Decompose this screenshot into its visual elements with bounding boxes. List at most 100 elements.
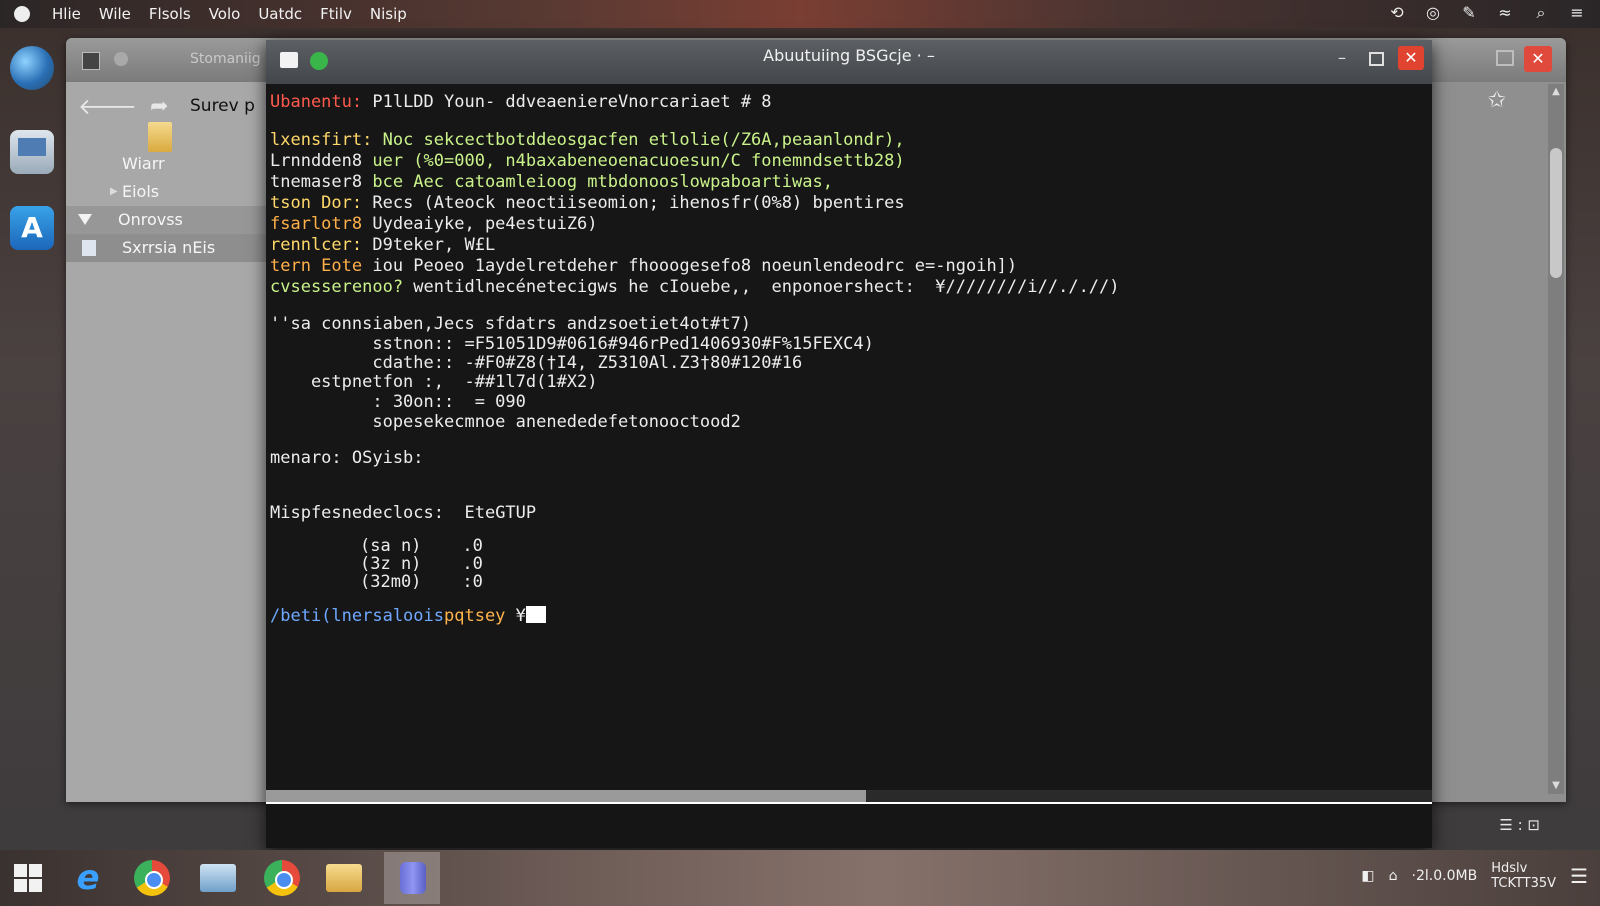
- table-cell: .0: [462, 536, 483, 556]
- vertical-scrollbar[interactable]: ▲ ▼: [1548, 84, 1564, 794]
- folder-icon[interactable]: [148, 122, 172, 152]
- app-icon[interactable]: [384, 852, 440, 904]
- edit-icon[interactable]: ✎: [1460, 4, 1478, 22]
- output-key: cvsesserenoo?: [270, 277, 404, 297]
- document-icon: [82, 240, 96, 256]
- prompt-path: /beti(lnersaloois: [270, 606, 444, 626]
- text-cursor: [525, 606, 546, 623]
- window-app-icon: [82, 52, 100, 70]
- output-line: tson Dor: Recs (Ateock neoctiiseomion; i…: [270, 193, 905, 213]
- table-row: (sa n) .0: [360, 536, 483, 556]
- output-line: lxensfirt: Noc sekcectbotddeosgacfen etl…: [270, 130, 905, 150]
- block-line: sstnon:: =F51051D9#0616#946rPed1406930#F…: [270, 334, 874, 354]
- view-options-icon[interactable]: ☰ : ⊡: [1499, 816, 1540, 834]
- table-cell: (32m0): [360, 572, 422, 592]
- final-prompt-line: /beti(lnersalooispqtsey ¥: [270, 606, 546, 626]
- menu-item-5[interactable]: Uatdc: [258, 5, 302, 23]
- notifications-icon[interactable]: ☰: [1570, 864, 1588, 888]
- misp-label: Mispfesnedeclocs:: [270, 503, 444, 523]
- menu-item-2[interactable]: Wile: [99, 5, 131, 23]
- output-line: rennlcer: D9teker, W£L: [270, 235, 495, 255]
- menu-item-1[interactable]: Hlie: [52, 5, 81, 23]
- start-icon: [14, 864, 42, 892]
- taskbar: e: [0, 850, 1600, 906]
- scroll-thumb[interactable]: [1550, 148, 1562, 278]
- menu-item-6[interactable]: Ftilv: [320, 5, 352, 23]
- restore-icon[interactable]: [1496, 50, 1514, 66]
- output-value: Recs (Ateock neoctiiseomion; ihenosfr(0%…: [362, 193, 905, 213]
- block-line: sopesekecmnoe anenededefetonooctood2: [270, 412, 741, 432]
- prompt-marker: ¥: [505, 606, 526, 626]
- wifi-icon[interactable]: ≈: [1496, 4, 1514, 22]
- sync-icon[interactable]: ◎: [1424, 4, 1442, 22]
- horizontal-scrollbar[interactable]: [266, 790, 1432, 804]
- tree-item[interactable]: Sxrrsia nEis: [66, 234, 266, 262]
- terminal-window: Abuutuiing BSGcje · – – ✕ Ubanentu: P1lL…: [266, 40, 1432, 848]
- tree-item-label: Onrovss: [118, 210, 183, 229]
- network-icon[interactable]: ⟲: [1388, 4, 1406, 22]
- output-key: lxensfirt:: [270, 130, 373, 150]
- output-line: fsarlotr8 Uydeaiyke, pe4estuiZ6): [270, 214, 598, 234]
- table-cell: .0: [462, 554, 483, 574]
- home-icon[interactable]: ⌂: [1389, 868, 1398, 884]
- chrome-icon[interactable]: [134, 860, 170, 896]
- minimize-icon[interactable]: –: [1338, 48, 1346, 67]
- system-tray: ◧ ⌂ ·2l.0.0MB Hdslv TCKTT35V ☰: [1361, 856, 1588, 896]
- scroll-thumb[interactable]: [266, 790, 866, 802]
- clock-time: Hdslv: [1491, 861, 1528, 876]
- misp-value: EteGTUP: [464, 503, 537, 523]
- chevron-down-icon[interactable]: [78, 214, 92, 225]
- scroll-down-icon[interactable]: ▼: [1550, 780, 1562, 792]
- system-logo-icon[interactable]: [14, 6, 30, 22]
- ie-icon[interactable]: e: [64, 854, 112, 902]
- tree-item[interactable]: Wiarr: [66, 150, 266, 178]
- folder-icon[interactable]: [322, 854, 370, 902]
- menu-item-3[interactable]: Flsols: [149, 5, 191, 23]
- chevron-right-icon[interactable]: ▶: [110, 178, 118, 206]
- start-button[interactable]: [6, 854, 54, 902]
- terminal-output[interactable]: Ubanentu: P1lLDD Youn- ddveaeniereVnorca…: [270, 84, 1428, 796]
- output-value: uer (%0=000, n4baxabeneoenacuoesun/C fon…: [362, 151, 905, 171]
- location-label: Surev p: [190, 96, 255, 116]
- tree-item[interactable]: ▶ Eiols: [66, 178, 266, 206]
- left-dock: A: [0, 40, 62, 280]
- search-icon[interactable]: ⌕: [1532, 4, 1550, 22]
- output-value: wentidlnecénetecigws he cIouebe,, enpono…: [403, 277, 1120, 297]
- output-key: tern Eote: [270, 256, 363, 276]
- scroll-up-icon[interactable]: ▲: [1550, 86, 1562, 98]
- top-menubar: Hlie Wile Flsols Volo Uatdc Ftilv Nisip …: [0, 0, 1600, 28]
- documents-icon[interactable]: [10, 130, 54, 174]
- close-button[interactable]: ✕: [1524, 46, 1552, 72]
- network-usage: ·2l.0.0MB: [1411, 868, 1478, 884]
- files-icon[interactable]: [196, 854, 244, 902]
- terminal-footer: [266, 804, 1432, 848]
- prompt-branch: pqtsey: [444, 606, 506, 626]
- settings-star-icon[interactable]: ✩: [1488, 88, 1506, 113]
- menaro-line: menaro: OSyisb:: [270, 448, 424, 468]
- output-line: cvsesserenoo? wentidlnecénetecigws he cI…: [270, 277, 1120, 297]
- table-cell: (3z n): [360, 554, 422, 574]
- misp-line: Mispfesnedeclocs: EteGTUP: [270, 503, 536, 523]
- share-arrow-icon[interactable]: ➦: [150, 94, 168, 119]
- window-dot-icon[interactable]: [114, 52, 128, 66]
- globe-icon[interactable]: [10, 46, 54, 90]
- clock-date: TCKTT35V: [1491, 876, 1557, 891]
- output-key: tson Dor:: [270, 193, 363, 213]
- menu-icon[interactable]: ≡: [1568, 4, 1586, 22]
- menu-item-4[interactable]: Volo: [209, 5, 241, 23]
- output-value: bce Aec catoamleioog mtbdonooslowpaboart…: [362, 172, 833, 192]
- speaker-icon[interactable]: ◧: [1361, 868, 1374, 884]
- tree-item-selected[interactable]: Onrovss: [66, 206, 266, 234]
- file-manager-right-panel: [1430, 82, 1566, 802]
- clock[interactable]: Hdslv TCKTT35V: [1491, 861, 1556, 891]
- maximize-icon[interactable]: [1369, 52, 1384, 66]
- chrome-icon[interactable]: [264, 860, 300, 896]
- app-store-icon[interactable]: A: [10, 206, 54, 250]
- close-button[interactable]: ✕: [1398, 46, 1424, 70]
- output-line: tern Eote iou Peoeo 1aydelretdeher fhooo…: [270, 256, 1017, 276]
- table-cell: (sa n): [360, 536, 422, 556]
- block-line: : 30on:: = 090: [270, 392, 526, 412]
- menu-item-7[interactable]: Nisip: [370, 5, 407, 23]
- back-arrow-icon[interactable]: 🡐: [78, 94, 137, 120]
- prompt-line: Ubanentu: P1lLDD Youn- ddveaeniereVnorca…: [270, 92, 772, 112]
